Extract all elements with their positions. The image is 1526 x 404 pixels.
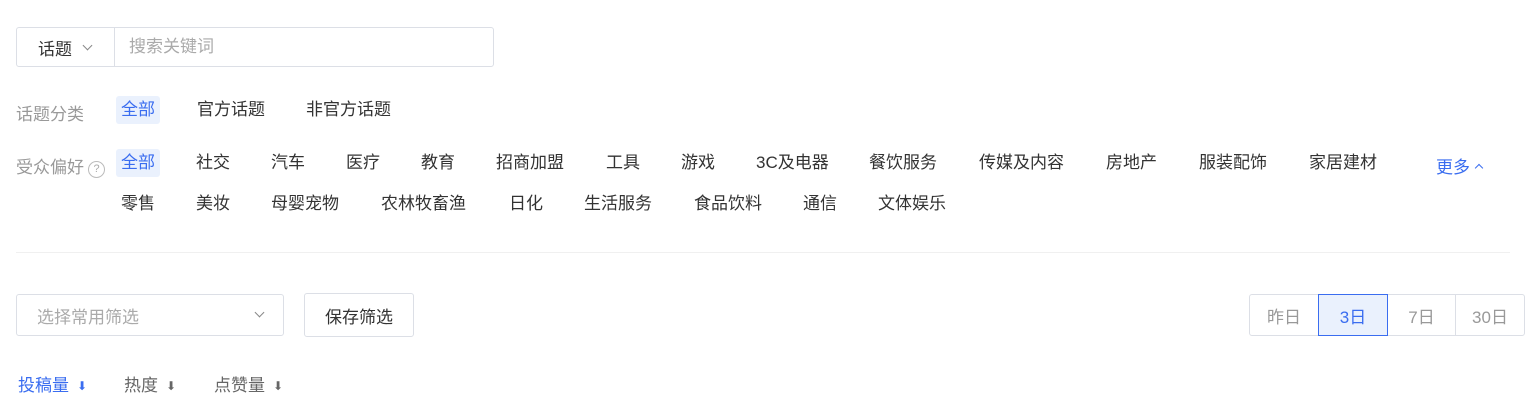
audience-label: 受众偏好? xyxy=(16,153,105,178)
sort-label: 投稿量 xyxy=(18,376,69,395)
date-range-7d[interactable]: 7日 xyxy=(1387,294,1456,336)
more-label: 更多 xyxy=(1436,158,1470,177)
audience-tag[interactable]: 母婴宠物 xyxy=(266,190,344,218)
audience-tag[interactable]: 日化 xyxy=(504,190,548,218)
chevron-up-icon xyxy=(1474,163,1484,173)
divider xyxy=(16,252,1510,253)
audience-tag[interactable]: 招商加盟 xyxy=(491,149,569,177)
audience-tag[interactable]: 3C及电器 xyxy=(751,149,834,177)
audience-label-text: 受众偏好 xyxy=(16,158,84,177)
common-filter-select[interactable]: 选择常用筛选 xyxy=(16,294,284,336)
sort-label: 热度 xyxy=(124,376,158,395)
audience-tag[interactable]: 通信 xyxy=(798,190,842,218)
audience-tag[interactable]: 餐饮服务 xyxy=(864,149,942,177)
audience-tag[interactable]: 汽车 xyxy=(266,149,310,177)
more-toggle[interactable]: 更多 xyxy=(1436,153,1484,178)
sort-label: 点赞量 xyxy=(214,376,265,395)
date-range-30d[interactable]: 30日 xyxy=(1455,294,1525,336)
question-circle-icon[interactable]: ? xyxy=(88,161,105,178)
sort-heat[interactable]: 热度 ⬇ xyxy=(124,371,176,396)
sort-submissions[interactable]: 投稿量 ⬇ xyxy=(18,371,87,396)
audience-tag[interactable]: 工具 xyxy=(601,149,645,177)
audience-tag[interactable]: 农林牧畜渔 xyxy=(376,190,471,218)
search-bar: 话题 xyxy=(16,27,494,67)
arrow-down-icon: ⬇ xyxy=(273,379,284,393)
date-range-3d[interactable]: 3日 xyxy=(1318,294,1388,336)
arrow-down-icon: ⬇ xyxy=(166,379,177,393)
date-range-selector: 昨日 3日 7日 30日 xyxy=(1249,294,1525,336)
audience-tag[interactable]: 游戏 xyxy=(676,149,720,177)
common-filter-placeholder: 选择常用筛选 xyxy=(37,307,139,327)
audience-tag[interactable]: 美妆 xyxy=(191,190,235,218)
search-type-label: 话题 xyxy=(38,39,72,59)
audience-tag[interactable]: 服装配饰 xyxy=(1194,149,1272,177)
chevron-down-icon xyxy=(82,40,93,50)
audience-tag[interactable]: 文体娱乐 xyxy=(873,190,951,218)
audience-tag[interactable]: 生活服务 xyxy=(579,190,657,218)
topic-category-unofficial[interactable]: 非官方话题 xyxy=(301,96,396,124)
topic-category-all[interactable]: 全部 xyxy=(116,96,160,124)
audience-tag[interactable]: 家居建材 xyxy=(1304,149,1382,177)
audience-tag[interactable]: 房地产 xyxy=(1101,149,1162,177)
save-filter-button[interactable]: 保存筛选 xyxy=(304,293,414,337)
search-type-dropdown[interactable]: 话题 xyxy=(17,28,115,66)
audience-tag[interactable]: 全部 xyxy=(116,149,160,177)
date-range-yesterday[interactable]: 昨日 xyxy=(1249,294,1319,336)
chevron-down-icon xyxy=(254,307,265,318)
sort-likes[interactable]: 点赞量 ⬇ xyxy=(214,371,283,396)
audience-tag[interactable]: 传媒及内容 xyxy=(974,149,1069,177)
audience-tag[interactable]: 医疗 xyxy=(341,149,385,177)
search-input[interactable] xyxy=(115,27,493,67)
topic-category-label: 话题分类 xyxy=(16,105,84,124)
audience-tag[interactable]: 教育 xyxy=(416,149,460,177)
audience-tag[interactable]: 食品饮料 xyxy=(689,190,767,218)
topic-category-official[interactable]: 官方话题 xyxy=(192,96,270,124)
arrow-down-icon: ⬇ xyxy=(77,379,88,393)
audience-tag[interactable]: 零售 xyxy=(116,190,160,218)
audience-tag[interactable]: 社交 xyxy=(191,149,235,177)
